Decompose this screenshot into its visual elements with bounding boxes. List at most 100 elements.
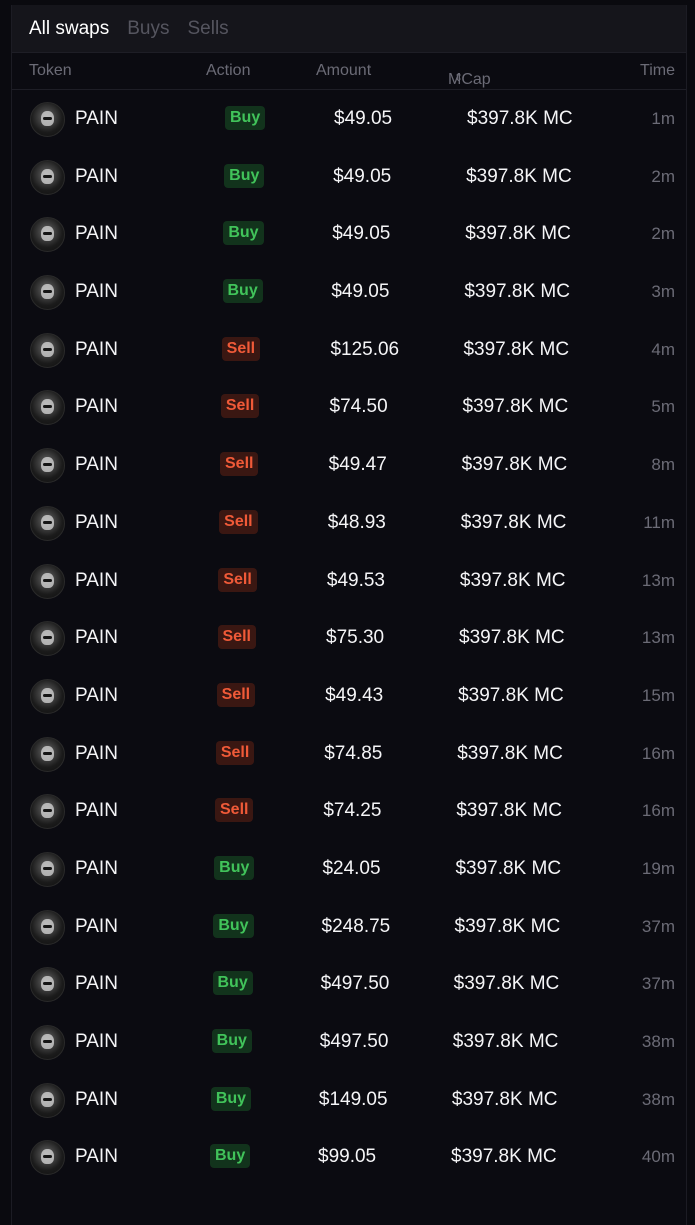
table-row[interactable]: PAIN Buy $248.75 $397.8K MC 37m — [12, 898, 686, 956]
token-avatar-icon — [30, 159, 65, 195]
swap-amount: $75.30 — [326, 627, 385, 649]
token-avatar-icon — [30, 967, 65, 1003]
market-cap: $397.8K MC — [466, 165, 572, 187]
swap-time: 4m — [651, 339, 675, 359]
token-avatar-icon — [30, 390, 65, 426]
token-name: PAIN — [75, 973, 118, 995]
column-header-time: Time — [640, 62, 675, 79]
swap-amount: $48.93 — [327, 511, 386, 533]
token-name: PAIN — [75, 569, 118, 591]
token-name: PAIN — [75, 281, 118, 303]
market-cap: $397.8K MC — [467, 108, 573, 129]
swap-time: 3m — [651, 282, 675, 302]
swap-time: 5m — [651, 397, 675, 417]
token-avatar-icon — [30, 794, 65, 830]
sort-icon[interactable]: ⇕ — [454, 71, 463, 84]
table-row[interactable]: PAIN Buy $24.05 $397.8K MC 19m — [12, 840, 686, 898]
token-avatar-icon — [30, 102, 65, 137]
table-row[interactable]: PAIN Buy $497.50 $397.8K MC 37m — [12, 955, 686, 1013]
table-row[interactable]: PAIN Sell $74.25 $397.8K MC 16m — [12, 782, 686, 840]
table-row[interactable]: PAIN Buy $497.50 $397.8K MC 38m — [12, 1013, 686, 1071]
action-badge: Buy — [222, 279, 263, 304]
table-row[interactable]: PAIN Buy $49.05 $397.8K MC 3m — [12, 263, 686, 321]
swap-amount: $74.85 — [324, 742, 383, 764]
token-name: PAIN — [75, 223, 118, 245]
market-cap: $397.8K MC — [464, 281, 570, 303]
action-badge: Buy — [224, 163, 265, 188]
table-row[interactable]: PAIN Buy $49.05 $397.8K MC 2m — [12, 148, 686, 206]
action-badge: Buy — [214, 855, 255, 880]
token-name: PAIN — [75, 1088, 118, 1110]
swap-time: 37m — [641, 916, 675, 936]
market-cap: $397.8K MC — [459, 627, 565, 649]
swap-amount: $74.50 — [329, 396, 388, 418]
market-cap: $397.8K MC — [454, 915, 561, 937]
action-badge: Sell — [219, 509, 258, 534]
token-name: PAIN — [75, 627, 118, 649]
action-badge: Buy — [211, 1029, 252, 1053]
action-badge: Buy — [212, 971, 253, 996]
token-avatar-icon — [30, 678, 65, 714]
swap-amount: $497.50 — [320, 973, 390, 995]
swap-amount: $74.25 — [323, 800, 382, 822]
table-row[interactable]: PAIN Sell $49.53 $397.8K MC 13m — [12, 552, 686, 610]
action-badge: Buy — [210, 1086, 252, 1111]
swap-amount: $497.50 — [319, 1031, 389, 1052]
table-row[interactable]: PAIN Buy $49.05 $397.8K MC 2m — [12, 205, 686, 263]
table-row[interactable]: PAIN Sell $74.50 $397.8K MC 5m — [12, 378, 686, 436]
token-avatar-icon — [30, 1025, 65, 1060]
tab-buys[interactable]: Buys — [127, 18, 169, 40]
swap-time: 40m — [641, 1147, 675, 1167]
swap-time: 2m — [651, 166, 675, 186]
table-row[interactable]: PAIN Sell $48.93 $397.8K MC 11m — [12, 494, 686, 552]
token-name: PAIN — [75, 454, 118, 476]
table-row[interactable]: PAIN Sell $125.06 $397.8K MC 4m — [12, 321, 686, 379]
table-row[interactable]: PAIN Buy $99.05 $397.8K MC 40m — [12, 1128, 686, 1186]
swap-time: 16m — [641, 743, 675, 763]
market-cap: $397.8K MC — [452, 1031, 559, 1052]
table-header: Token Action Amount MCap ⇕ Time — [12, 53, 686, 90]
tab-sells[interactable]: Sells — [188, 18, 229, 40]
token-name: PAIN — [75, 396, 118, 418]
table-row[interactable]: PAIN Sell $49.47 $397.8K MC 8m — [12, 436, 686, 494]
swap-amount: $125.06 — [330, 338, 400, 360]
token-name: PAIN — [75, 511, 118, 533]
action-badge: Sell — [221, 336, 261, 361]
token-avatar-icon — [30, 217, 65, 253]
swap-time: 13m — [641, 628, 675, 648]
token-name: PAIN — [75, 684, 118, 706]
table-row[interactable]: PAIN Buy $49.05 $397.8K MC 1m — [12, 90, 686, 148]
action-badge: Sell — [216, 682, 256, 707]
token-avatar-icon — [30, 332, 65, 368]
swap-amount: $49.05 — [332, 223, 391, 245]
token-name: PAIN — [75, 165, 118, 187]
market-cap: $397.8K MC — [451, 1146, 557, 1168]
swap-time: 8m — [651, 455, 675, 475]
action-badge: Sell — [217, 625, 256, 650]
action-badge: Buy — [213, 913, 254, 938]
swap-amount: $99.05 — [318, 1146, 377, 1168]
token-name: PAIN — [75, 338, 118, 360]
token-avatar-icon — [30, 621, 65, 657]
table-row[interactable]: PAIN Sell $49.43 $397.8K MC 15m — [12, 667, 686, 725]
swap-time: 2m — [651, 224, 675, 244]
market-cap: $397.8K MC — [459, 569, 566, 591]
market-cap: $397.8K MC — [455, 857, 562, 879]
swap-amount: $49.53 — [326, 569, 385, 591]
tab-all-swaps[interactable]: All swaps — [29, 18, 109, 40]
table-row[interactable]: PAIN Sell $75.30 $397.8K MC 13m — [12, 609, 686, 667]
table-row[interactable]: PAIN Buy $149.05 $397.8K MC 38m — [12, 1071, 686, 1129]
action-badge: Sell — [220, 452, 259, 477]
swap-amount: $49.05 — [333, 165, 392, 187]
market-cap: $397.8K MC — [456, 800, 562, 822]
token-name: PAIN — [75, 857, 118, 879]
swap-time: 15m — [641, 685, 675, 705]
market-cap: $397.8K MC — [465, 223, 571, 245]
market-cap: $397.8K MC — [461, 454, 568, 476]
token-name: PAIN — [75, 800, 118, 822]
swap-time: 37m — [641, 974, 675, 994]
swap-amount: $49.05 — [331, 281, 390, 303]
swap-time: 16m — [641, 801, 675, 821]
table-row[interactable]: PAIN Sell $74.85 $397.8K MC 16m — [12, 725, 686, 783]
token-name: PAIN — [75, 915, 118, 937]
